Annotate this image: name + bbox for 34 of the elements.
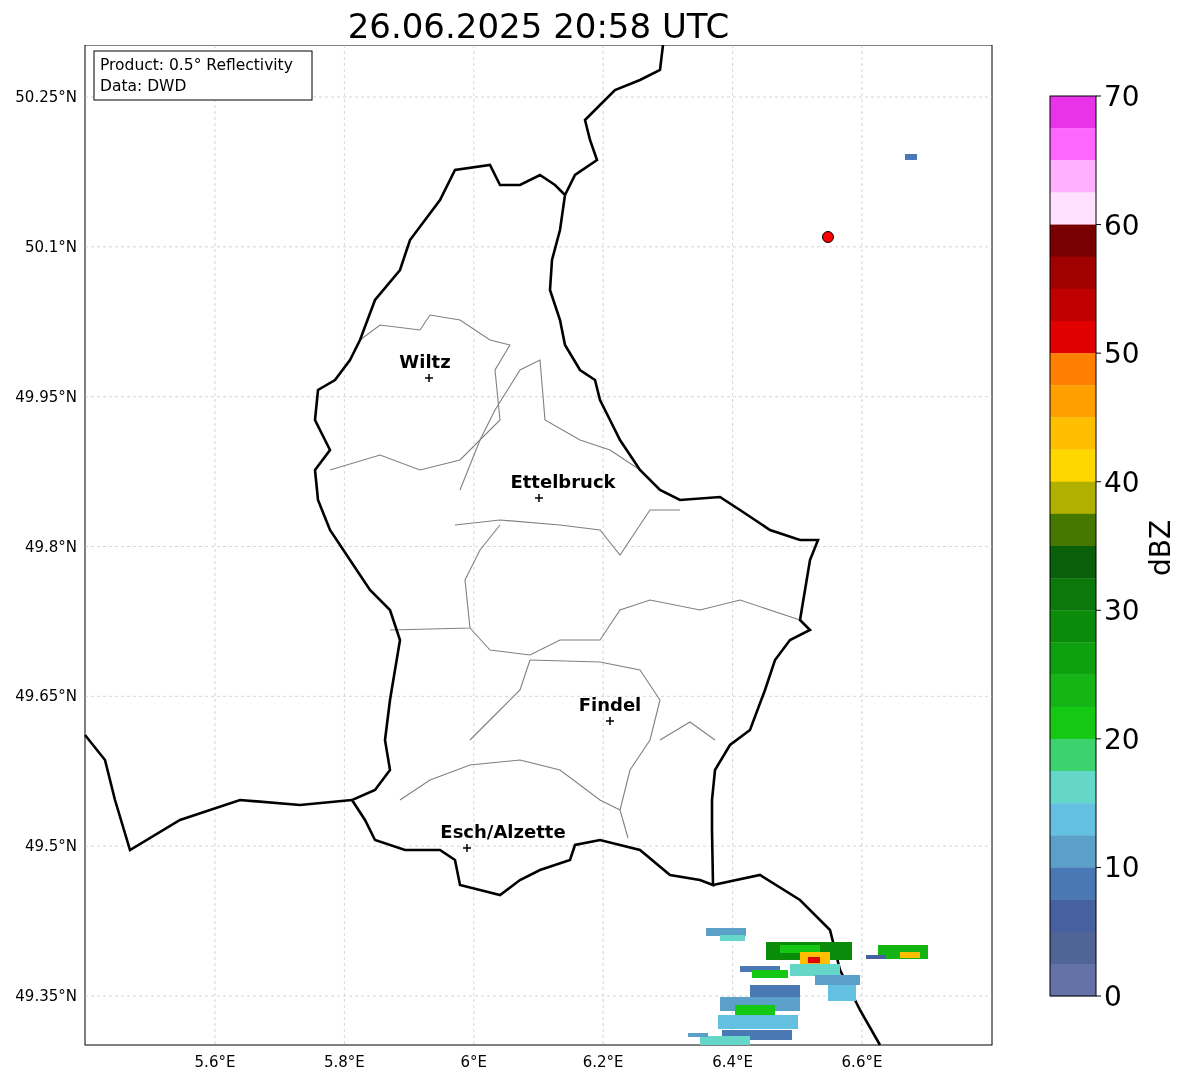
latitude-label: 49.95°N <box>15 387 77 406</box>
chart-title: 26.06.2025 20:58 UTC <box>346 5 731 45</box>
colorbar-tick-label: 60 <box>1104 208 1140 242</box>
colorbar-tick-label: 10 <box>1104 851 1140 885</box>
latitude-label: 49.35°N <box>15 987 77 1005</box>
colorbar-tick-label: 70 <box>1104 80 1140 113</box>
latitude-label: 50.1°N <box>24 237 77 256</box>
city-marker-icon <box>424 373 434 383</box>
longitude-label: 6.2°E <box>582 1053 624 1071</box>
colorbar-tick-label: 30 <box>1104 594 1140 628</box>
latitude-label: 49.8°N <box>24 537 77 556</box>
latitude-label: 49.65°N <box>15 687 77 706</box>
longitude-label: 6.6°E <box>841 1053 883 1071</box>
city-label: Ettelbruck <box>510 471 616 492</box>
city-marker-icon <box>605 716 615 726</box>
colorbar-tick-label: 40 <box>1104 465 1140 499</box>
latitude-label: 50.25°N <box>15 88 77 106</box>
colorbar-tick-label: 0 <box>1104 980 1122 1013</box>
colorbar-tick-label: 20 <box>1104 722 1140 756</box>
longitude-label: 6°E <box>460 1053 488 1071</box>
info-text: Data: DWD <box>100 77 187 95</box>
city-label: Findel <box>578 694 642 715</box>
longitude-label: 5.8°E <box>324 1053 365 1071</box>
colorbar-tick-label: 50 <box>1104 337 1140 371</box>
info-text: Product: 0.5° Reflectivity <box>100 56 293 74</box>
city-marker-icon <box>534 493 544 503</box>
city-label: Wiltz <box>399 351 451 372</box>
colorbar-label: dBZ <box>1144 519 1177 577</box>
longitude-label: 5.6°E <box>194 1053 236 1071</box>
latitude-label: 49.5°N <box>24 837 77 856</box>
city-marker-icon <box>462 843 472 853</box>
longitude-label: 6.4°E <box>712 1053 753 1071</box>
city-label: Esch/Alzette <box>440 821 566 842</box>
location-dot <box>822 231 834 243</box>
